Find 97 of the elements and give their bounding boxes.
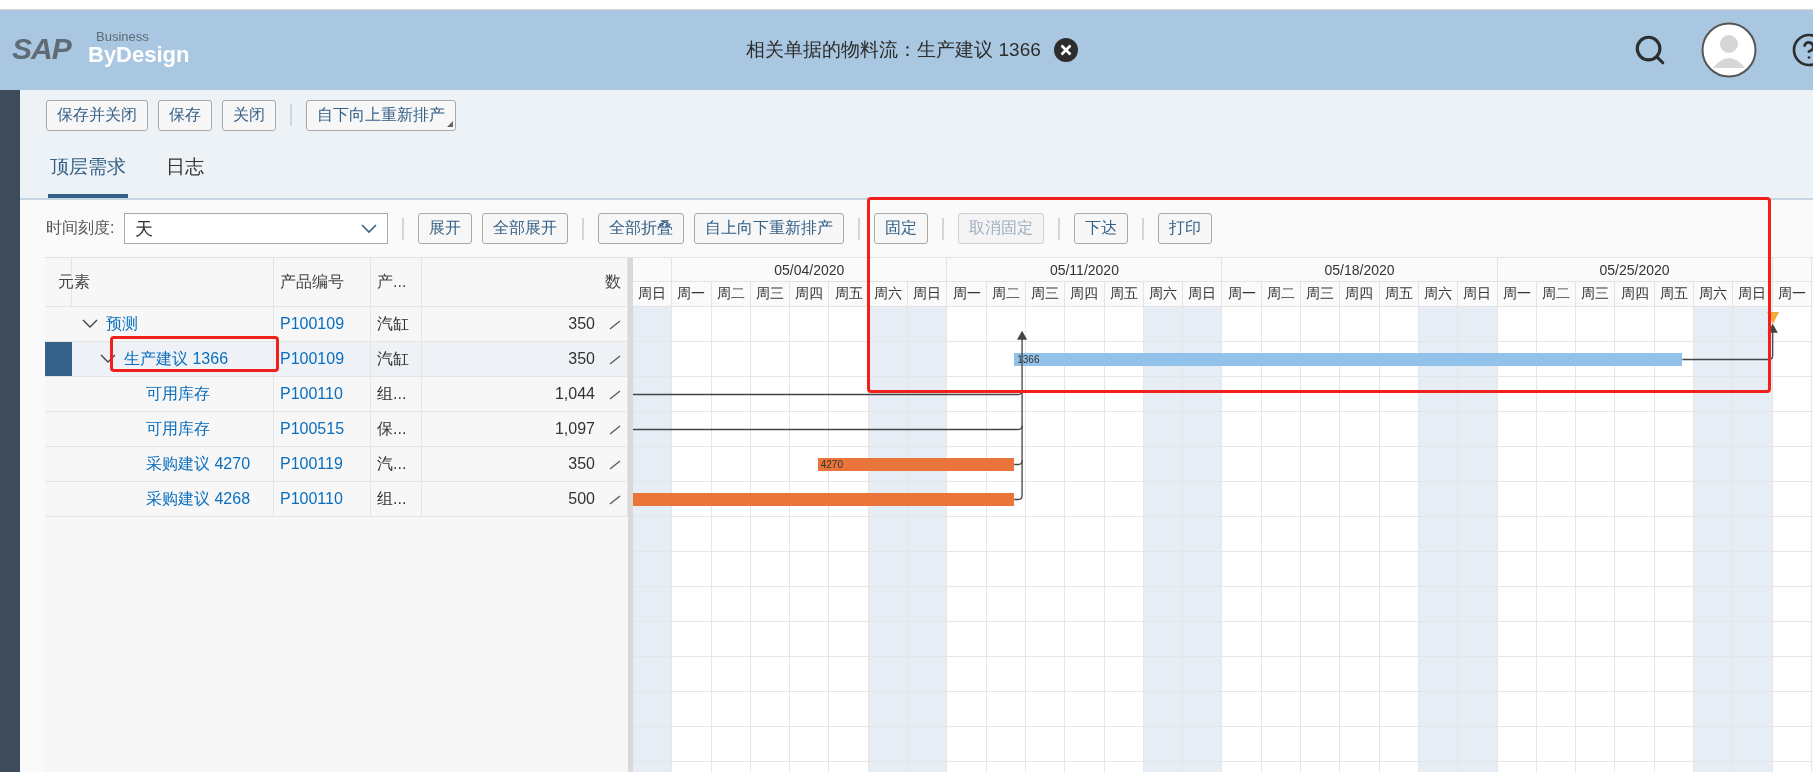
day-label: 周日 bbox=[913, 285, 942, 303]
element-link[interactable]: 采购建议 4268 bbox=[146, 488, 251, 510]
search-icon[interactable] bbox=[1633, 33, 1667, 67]
table-cell-text: 组... bbox=[377, 383, 407, 404]
day-label: 周二 bbox=[991, 285, 1020, 303]
day-label: 周三 bbox=[1306, 285, 1335, 303]
day-label: 周六 bbox=[1424, 285, 1453, 303]
tab[interactable]: 日志 bbox=[164, 140, 206, 198]
day-label: 周日 bbox=[1463, 285, 1492, 303]
table-cell: 1,044 bbox=[554, 385, 595, 403]
day-label: 周三 bbox=[756, 285, 785, 303]
day-label: 周五 bbox=[1109, 285, 1138, 303]
element-link[interactable]: 可用库存 bbox=[146, 383, 210, 405]
trend-icon[interactable] bbox=[609, 388, 621, 400]
toolbar-button[interactable]: 关闭 bbox=[222, 99, 276, 131]
trend-icon[interactable] bbox=[609, 458, 621, 470]
table-cell-text: 汽... bbox=[377, 453, 407, 474]
trend-icon[interactable] bbox=[609, 493, 621, 505]
action-button[interactable]: 全部展开 bbox=[482, 213, 569, 244]
chevron-down-icon bbox=[361, 223, 378, 234]
table-row[interactable]: 可用库存 P100110 组... 1,044 bbox=[45, 377, 628, 412]
chevron-down-icon[interactable] bbox=[82, 319, 98, 329]
day-label: 周日 bbox=[1738, 285, 1767, 303]
day-label: 周三 bbox=[1581, 285, 1610, 303]
table-row[interactable]: 采购建议 4270 P100119 汽... 350 bbox=[45, 447, 628, 482]
product-link[interactable]: P100110 bbox=[280, 490, 343, 508]
product-link[interactable]: P100109 bbox=[280, 315, 345, 333]
trend-icon[interactable] bbox=[609, 318, 621, 330]
table-row[interactable]: 可用库存 P100515 保... 1,097 bbox=[45, 412, 628, 447]
day-label: 周日 bbox=[1188, 285, 1217, 303]
table-cell: 350 bbox=[568, 315, 595, 333]
week-label: 05/18/2020 bbox=[1324, 261, 1395, 278]
day-label: 周一 bbox=[1227, 285, 1256, 303]
day-label: 周四 bbox=[1345, 285, 1374, 303]
toolbar-button[interactable]: 自下向上重新排产 bbox=[306, 99, 456, 131]
week-label: 05/11/2020 bbox=[1049, 261, 1119, 278]
product-link[interactable]: P100119 bbox=[280, 455, 343, 473]
day-label: 周二 bbox=[716, 285, 745, 303]
toolbar-button[interactable]: 保存并关闭 bbox=[46, 99, 148, 131]
day-label: 周六 bbox=[1699, 285, 1728, 303]
day-label: 周五 bbox=[1384, 285, 1413, 303]
toolbar-button[interactable]: 保存 bbox=[158, 99, 212, 131]
schedule-bar[interactable]: 4270 bbox=[817, 458, 1015, 471]
table-row[interactable]: 生产建议 1366 P100109 汽缸 350 bbox=[45, 342, 628, 377]
product-link[interactable]: P100109 bbox=[280, 350, 345, 368]
day-label: 周二 bbox=[1266, 285, 1295, 303]
day-label: 周三 bbox=[1031, 285, 1060, 303]
table-cell-text: 保... bbox=[377, 418, 407, 439]
day-label: 周一 bbox=[1777, 285, 1806, 303]
day-label: 周五 bbox=[834, 285, 863, 303]
column-header: 数 bbox=[605, 271, 621, 292]
trend-icon[interactable] bbox=[609, 423, 621, 435]
table-cell: 350 bbox=[568, 350, 595, 368]
product-link[interactable]: P100515 bbox=[280, 420, 345, 438]
day-label: 周六 bbox=[873, 285, 902, 303]
action-button[interactable]: 全部折叠 bbox=[598, 213, 685, 244]
day-label: 周一 bbox=[1502, 285, 1531, 303]
time-scale-label: 时间刻度: bbox=[46, 218, 115, 238]
product-link[interactable]: P100110 bbox=[280, 385, 343, 403]
day-label: 周一 bbox=[952, 285, 981, 303]
day-label: 周二 bbox=[1541, 285, 1570, 303]
element-link[interactable]: 采购建议 4270 bbox=[146, 453, 251, 475]
day-label: 周一 bbox=[677, 285, 706, 303]
avatar-icon[interactable] bbox=[1701, 22, 1757, 78]
day-label: 周六 bbox=[1149, 285, 1177, 303]
column-header: 产... bbox=[377, 271, 407, 292]
column-header: 产品编号 bbox=[280, 271, 344, 292]
close-icon[interactable] bbox=[1052, 37, 1079, 63]
action-button[interactable]: 展开 bbox=[418, 213, 473, 244]
table-cell-text: 汽缸 bbox=[377, 313, 409, 334]
day-label: 周日 bbox=[638, 285, 667, 303]
table-cell-text: 组... bbox=[377, 488, 407, 509]
column-header: 元素 bbox=[58, 271, 90, 292]
day-label: 周四 bbox=[795, 285, 824, 303]
day-label: 周四 bbox=[1070, 285, 1099, 303]
milestone-icon[interactable] bbox=[1766, 312, 1779, 324]
table-row[interactable]: 采购建议 4268 P100110 组... 500 bbox=[45, 482, 628, 517]
trend-icon[interactable] bbox=[609, 353, 621, 365]
element-link[interactable]: 可用库存 bbox=[146, 418, 210, 440]
table-cell: 500 bbox=[568, 490, 595, 508]
element-link[interactable]: 生产建议 1366 bbox=[124, 348, 229, 370]
element-link[interactable]: 预测 bbox=[106, 313, 138, 335]
table-cell-text: 汽缸 bbox=[377, 348, 409, 369]
window-title: 相关单据的物料流：生产建议 1366 bbox=[746, 38, 1041, 62]
table-cell: 350 bbox=[568, 455, 595, 473]
menu-corner-icon bbox=[447, 120, 453, 127]
week-label: 05/25/2020 bbox=[1599, 261, 1670, 278]
action-button[interactable]: 固定 bbox=[874, 213, 929, 244]
action-button[interactable]: 自上向下重新排产 bbox=[694, 213, 845, 244]
action-button[interactable]: 下达 bbox=[1074, 213, 1129, 244]
day-label: 周四 bbox=[1620, 285, 1649, 303]
table-cell: 1,097 bbox=[554, 420, 595, 438]
week-label: 05/04/2020 bbox=[774, 261, 845, 278]
action-button[interactable]: 打印 bbox=[1158, 213, 1213, 244]
day-label: 周五 bbox=[1659, 285, 1688, 303]
time-scale-dropdown[interactable]: 天 bbox=[124, 213, 389, 244]
chevron-down-icon[interactable] bbox=[100, 354, 116, 364]
